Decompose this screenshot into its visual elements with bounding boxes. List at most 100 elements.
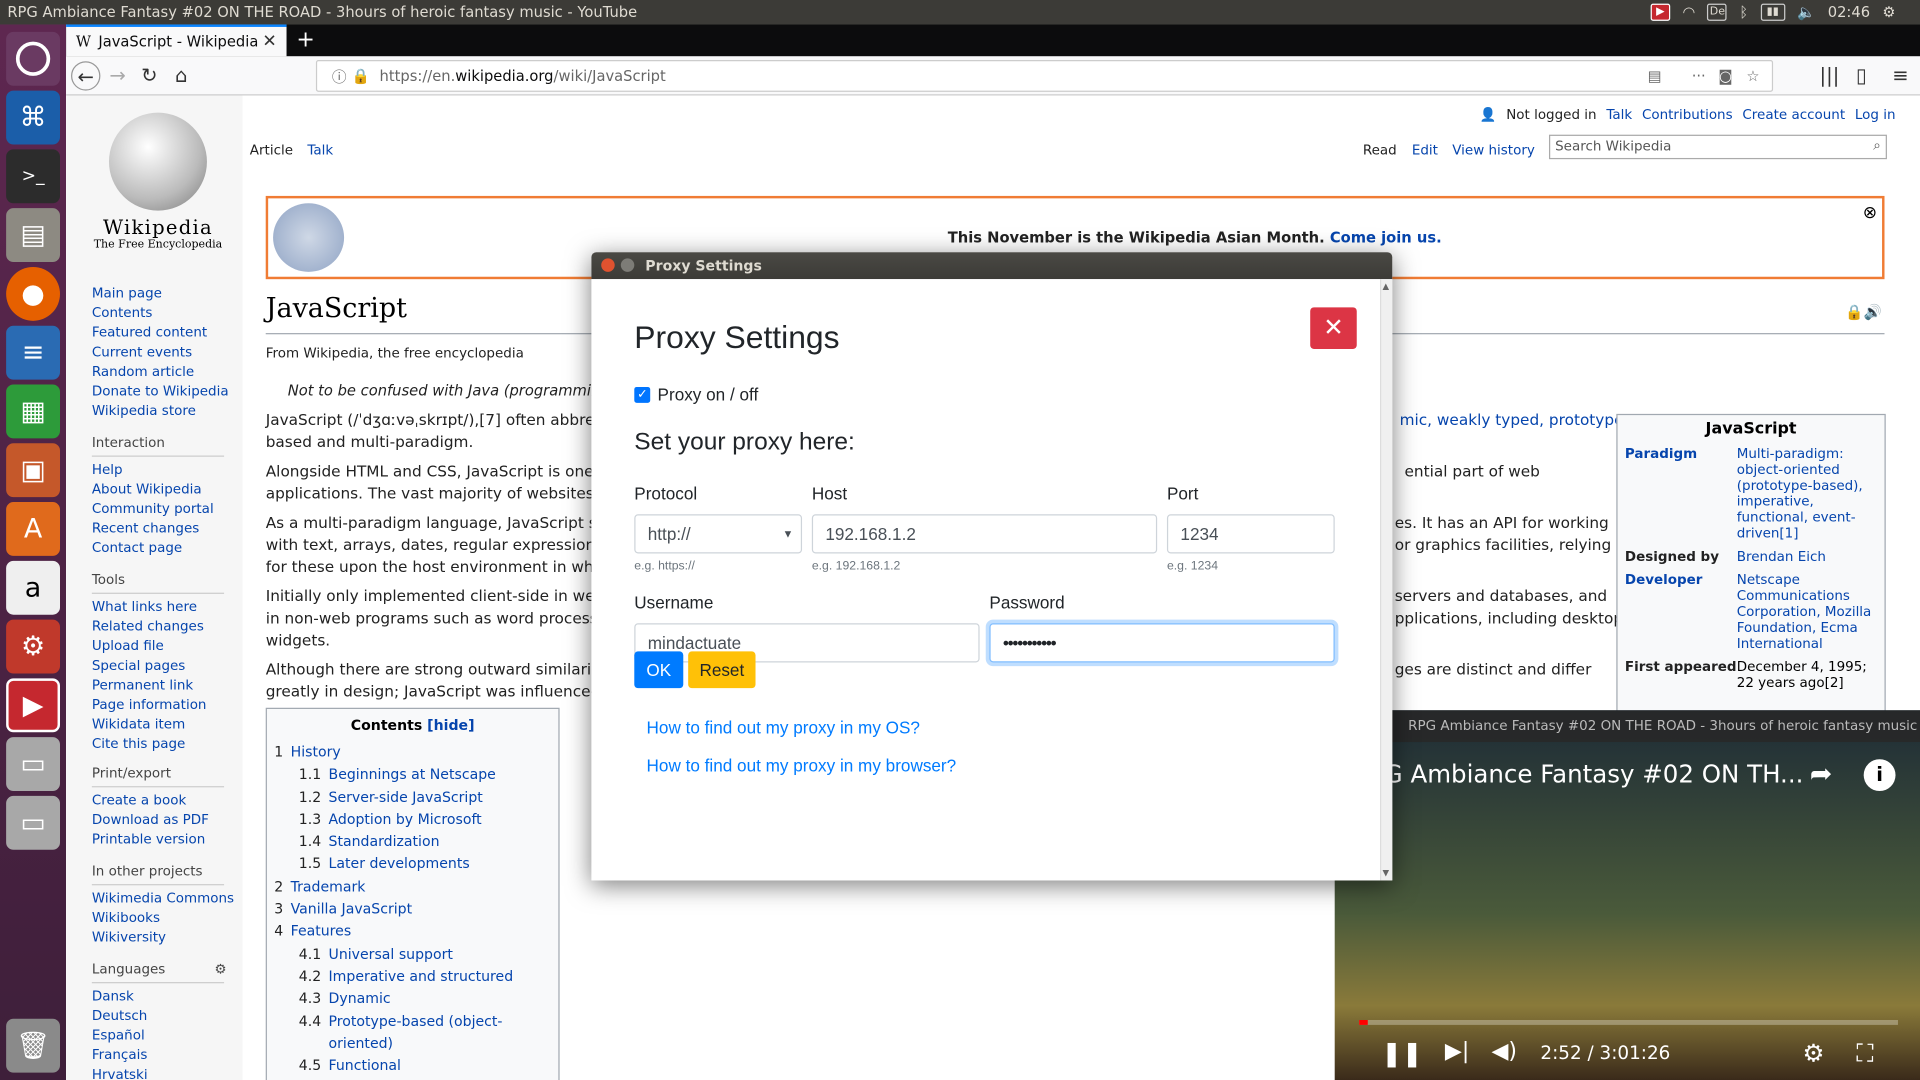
infobox-value[interactable]: Brendan Eich [1737, 549, 1877, 565]
reader-view-icon[interactable]: ▤ [1648, 67, 1662, 84]
clock[interactable]: 02:46 [1828, 4, 1870, 21]
info-icon[interactable]: i [1863, 759, 1896, 792]
scroll-up-icon[interactable]: ▲ [1382, 282, 1389, 292]
nav-link[interactable]: Related changes [92, 617, 207, 637]
proxy-browser-help-link[interactable]: How to find out my proxy in my browser? [647, 756, 957, 776]
banner-link[interactable]: Come join us. [1330, 229, 1442, 246]
nav-link[interactable]: Special pages [92, 656, 207, 676]
gear-icon[interactable]: ⚙ [214, 960, 226, 980]
settings-icon[interactable]: ⚙ [6, 619, 61, 674]
page-actions-icon[interactable]: ··· [1692, 67, 1706, 84]
terminal-icon[interactable]: >_ [6, 149, 61, 204]
toc-entry[interactable]: 1.4 Standardization [274, 830, 551, 852]
sidebar-toggle-icon[interactable]: ▯ [1847, 61, 1876, 90]
toc-hide-link[interactable]: [hide] [427, 716, 474, 733]
nav-link[interactable]: Español [92, 1026, 227, 1046]
toc-entry[interactable]: 2 Trademark [274, 875, 551, 897]
reset-button[interactable]: Reset [688, 651, 756, 689]
window-minimize-icon[interactable] [620, 258, 635, 272]
tab-talk[interactable]: Talk [307, 142, 333, 158]
youtube-indicator-icon[interactable]: ▶ [1650, 3, 1671, 21]
toc-entry[interactable]: 4.3 Dynamic [274, 987, 551, 1009]
fullscreen-icon[interactable]: ⛶ [1856, 1038, 1873, 1067]
home-icon[interactable]: ⌂ [167, 61, 196, 90]
scrollbar[interactable]: ▲ ▼ [1380, 279, 1393, 881]
nav-link[interactable]: Random article [92, 362, 229, 382]
toc-entry[interactable]: 3 Vanilla JavaScript [274, 898, 551, 920]
nav-link[interactable]: Contact page [92, 539, 214, 559]
nav-link[interactable]: Hrvatski [92, 1065, 227, 1080]
toc-entry[interactable]: 1.2 Server-side JavaScript [274, 786, 551, 808]
wifi-icon[interactable]: ◠ [1682, 4, 1695, 21]
url-bar[interactable]: ⓘ 🔒 https://en. wikipedia.org/wiki/JavaSc… [315, 60, 1774, 92]
nav-link[interactable]: Printable version [92, 830, 209, 850]
next-icon[interactable]: ▶| [1445, 1038, 1469, 1064]
ubuntu-dash-icon[interactable] [6, 31, 61, 86]
nav-link[interactable]: Wikipedia store [92, 402, 229, 422]
impress-icon[interactable]: ▣ [6, 443, 61, 498]
ok-button[interactable]: OK [634, 651, 684, 689]
nav-link[interactable]: What links here [92, 598, 207, 618]
reload-icon[interactable]: ↻ [135, 61, 164, 90]
username-input[interactable]: mindactuate [634, 623, 980, 663]
nav-link[interactable]: Current events [92, 343, 229, 363]
tab-edit[interactable]: Edit [1412, 142, 1438, 158]
new-tab-icon[interactable]: + [296, 27, 314, 53]
toc-link[interactable]: Beginnings at Netscape [329, 763, 496, 785]
nav-link[interactable]: Dansk [92, 987, 227, 1007]
toc-link[interactable]: Standardization [329, 830, 440, 852]
nav-link[interactable]: Wikimedia Commons [92, 889, 234, 909]
drive-icon[interactable]: ▭ [6, 737, 61, 792]
toc-link[interactable]: Universal support [329, 942, 453, 964]
gear-icon[interactable]: ⚙ [1882, 4, 1895, 21]
proxy-checkbox[interactable]: ✓ [634, 386, 651, 403]
toc-entry[interactable]: 1.1 Beginnings at Netscape [274, 763, 551, 785]
drive2-icon[interactable]: ▭ [6, 795, 61, 850]
software-center-icon[interactable]: A [6, 502, 61, 556]
close-tab-icon[interactable]: ✕ [262, 32, 276, 52]
bluetooth-icon[interactable]: ᛒ [1739, 4, 1748, 21]
close-icon[interactable]: ⊗ [1863, 203, 1877, 223]
toc-entry[interactable]: 4 Features [274, 920, 551, 942]
menu-icon[interactable]: ≡ [1886, 61, 1915, 90]
forward-icon[interactable]: → [103, 61, 132, 90]
scroll-down-icon[interactable]: ▼ [1382, 868, 1389, 878]
volume-icon[interactable]: 🔈 [1797, 4, 1815, 21]
nav-link[interactable]: Wikibooks [92, 909, 234, 929]
nav-link[interactable]: Download as PDF [92, 811, 209, 831]
nav-link[interactable]: Wikidata item [92, 715, 207, 735]
nav-link[interactable]: Upload file [92, 637, 207, 657]
nav-link[interactable]: Donate to Wikipedia [92, 382, 229, 402]
nav-link[interactable]: Featured content [92, 323, 229, 343]
protocol-select[interactable]: http:// ▼ [634, 514, 803, 554]
nav-link[interactable]: Create a book [92, 791, 209, 811]
pocket-icon[interactable]: ◙ [1718, 67, 1732, 84]
nav-link[interactable]: Page information [92, 696, 207, 716]
amazon-icon[interactable]: a [6, 560, 61, 615]
share-icon[interactable]: ➦ [1810, 759, 1833, 790]
wikipedia-logo[interactable]: Wikipedia The Free Encyclopedia [91, 112, 226, 251]
nav-link[interactable]: Community portal [92, 500, 214, 520]
toc-link[interactable]: Features [291, 920, 352, 942]
keyboard-layout-indicator[interactable]: De [1707, 3, 1728, 21]
toc-link[interactable]: Later developments [329, 853, 470, 875]
toc-link[interactable]: Trademark [291, 875, 366, 897]
calc-icon[interactable]: ▦ [6, 384, 61, 439]
volume-icon[interactable]: ◀) [1491, 1038, 1517, 1064]
toc-entry[interactable]: 4.2 Imperative and structured [274, 965, 551, 987]
info-icon[interactable]: ⓘ [332, 66, 347, 87]
window-title-bar[interactable]: Proxy Settings [591, 252, 1393, 280]
library-icon[interactable]: ||| [1815, 61, 1844, 90]
infobox-value[interactable]: Multi-paradigm: object-oriented (prototy… [1737, 446, 1877, 542]
toc-link[interactable]: Prototype-based (object-oriented) [329, 1010, 551, 1055]
toc-link[interactable]: Functional [329, 1054, 401, 1076]
toc-entry[interactable]: 4.5 Functional [274, 1054, 551, 1076]
wiki-search-input[interactable]: Search Wikipedia ⌕ [1548, 134, 1887, 160]
firefox-icon[interactable]: ● [6, 266, 61, 321]
nav-link[interactable]: Contents [92, 304, 229, 324]
toc-link[interactable]: Imperative and structured [329, 965, 514, 987]
bookmark-star-icon[interactable]: ☆ [1746, 67, 1759, 84]
nav-link[interactable]: Wikiversity [92, 928, 234, 948]
toc-entry[interactable]: 1 History [274, 741, 551, 763]
nav-link[interactable]: Permanent link [92, 676, 207, 696]
